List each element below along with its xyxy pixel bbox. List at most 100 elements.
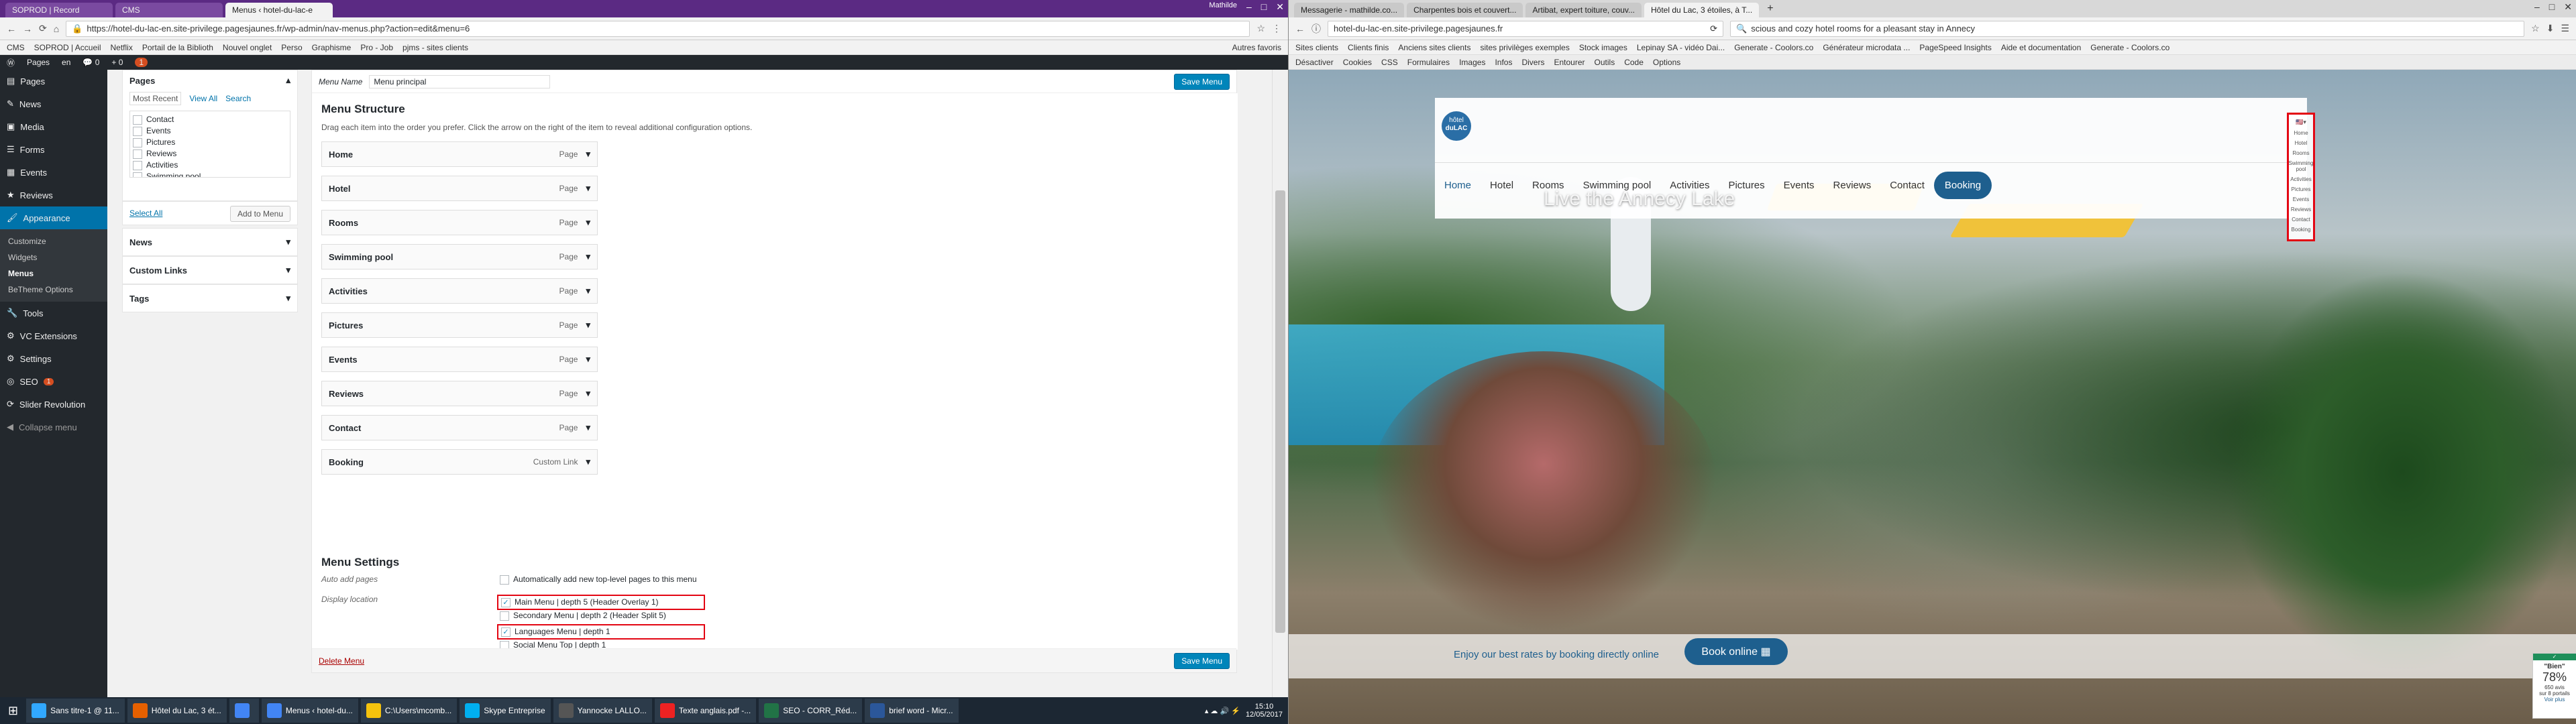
accordion-news[interactable]: News ▾: [122, 228, 298, 256]
accordion-tags[interactable]: Tags ▾: [122, 284, 298, 312]
nav-booking-button[interactable]: Booking: [1933, 171, 1992, 199]
page-checkbox-item[interactable]: Pictures: [133, 137, 287, 148]
bookmark[interactable]: Nouvel onglet: [223, 43, 272, 52]
auto-add-option[interactable]: Automatically add new top-level pages to…: [500, 575, 697, 585]
notif-badge[interactable]: 1: [135, 58, 148, 67]
reload-icon[interactable]: ⟳: [39, 23, 47, 34]
scrollbar-thumb[interactable]: [1275, 190, 1285, 633]
expand-arrow-icon[interactable]: ▾: [586, 251, 590, 262]
taskbar-app[interactable]: [229, 699, 259, 723]
tab-menus[interactable]: Menus ‹ hotel-du-lac-e: [225, 3, 333, 17]
delete-menu-link[interactable]: Delete Menu: [319, 656, 364, 666]
menu-icon[interactable]: ☰: [2561, 23, 2569, 34]
tray-icons[interactable]: ▴ ☁ 🔊 ⚡: [1205, 707, 1240, 715]
taskbar-app[interactable]: SEO - CORR_Réd...: [759, 699, 863, 723]
back-icon[interactable]: ←: [1295, 23, 1305, 34]
sidebar-item-events[interactable]: ▦ Events: [0, 161, 107, 184]
sidebar-item-appearance[interactable]: 🖌 Appearance: [0, 206, 107, 229]
tab-soprod[interactable]: SOPROD | Record: [5, 3, 113, 17]
devtool-menu[interactable]: Options: [1653, 58, 1680, 67]
bookmark[interactable]: Portail de la Biblioth: [142, 43, 213, 52]
page-checkbox-item[interactable]: Activities: [133, 160, 287, 171]
tab-cms[interactable]: CMS: [115, 3, 223, 17]
address-bar[interactable]: 🔒 https://hotel-du-lac-en.site-privilege…: [66, 20, 1250, 37]
bookmark[interactable]: Autres favoris: [1232, 43, 1281, 52]
user-profile-label[interactable]: Mathilde: [1209, 1, 1237, 13]
bookmark[interactable]: Sites clients: [1295, 43, 1338, 52]
checkbox[interactable]: [133, 149, 142, 159]
nav-contact[interactable]: Contact: [1880, 180, 1934, 191]
lang-menu-item[interactable]: Hotel: [2295, 140, 2308, 146]
submenu-item-betheme-options[interactable]: BeTheme Options: [0, 282, 107, 298]
expand-arrow-icon[interactable]: ▾: [586, 422, 590, 433]
download-icon[interactable]: ⬇: [2546, 23, 2555, 34]
tab-search[interactable]: Search: [225, 94, 251, 103]
expand-arrow-icon[interactable]: ▾: [586, 388, 590, 399]
page-checkbox-item[interactable]: Swimming pool: [133, 171, 287, 177]
expand-arrow-icon[interactable]: ▾: [586, 286, 590, 296]
bookmark[interactable]: Pro - Job: [360, 43, 393, 52]
tab-view-all[interactable]: View All: [189, 94, 217, 103]
star-icon[interactable]: ☆: [1256, 23, 1265, 34]
bookmark[interactable]: CMS: [7, 43, 25, 52]
lang-menu-item[interactable]: Swimming pool: [2289, 160, 2314, 172]
checkbox[interactable]: [500, 611, 509, 621]
checkbox[interactable]: ✓: [501, 597, 511, 607]
lang-menu-item[interactable]: Pictures: [2292, 186, 2311, 192]
address-bar[interactable]: hotel-du-lac-en.site-privilege.pagesjaun…: [1328, 20, 1723, 37]
select-all-link[interactable]: Select All: [129, 208, 162, 218]
taskbar-app[interactable]: Texte anglais.pdf -...: [654, 699, 757, 723]
tab[interactable]: Messagerie - mathilde.co...: [1294, 3, 1405, 17]
menu-item[interactable]: Hotel Page ▾: [321, 176, 598, 201]
checkbox[interactable]: [133, 172, 142, 177]
close-icon[interactable]: ✕: [2564, 1, 2572, 13]
new-tab-icon[interactable]: +: [1762, 3, 1778, 17]
bookmark[interactable]: PageSpeed Insights: [1919, 43, 1991, 52]
devtool-menu[interactable]: Formulaires: [1407, 58, 1450, 67]
lang-menu-item[interactable]: Activities: [2290, 176, 2312, 182]
expand-arrow-icon[interactable]: ▾: [586, 457, 590, 467]
lang-menu-item[interactable]: Booking: [2292, 227, 2311, 233]
sidebar-item-slider-revolution[interactable]: ⟳ Slider Revolution: [0, 393, 107, 416]
comments-icon[interactable]: 💬 0: [83, 58, 99, 67]
sidebar-item-forms[interactable]: ☰ Forms: [0, 138, 107, 161]
page-checkbox-item[interactable]: Contact: [133, 114, 287, 125]
sidebar-item-tools[interactable]: 🔧 Tools: [0, 302, 107, 324]
devtool-menu[interactable]: CSS: [1381, 58, 1398, 67]
star-icon[interactable]: ☆: [2531, 23, 2540, 34]
checkbox[interactable]: [133, 115, 142, 125]
menu-item[interactable]: Swimming pool Page ▾: [321, 244, 598, 269]
page-checkbox-item[interactable]: Reviews: [133, 148, 287, 160]
devtool-menu[interactable]: Cookies: [1343, 58, 1372, 67]
menu-item[interactable]: Home Page ▾: [321, 141, 598, 167]
page-checkbox-item[interactable]: Events: [133, 125, 287, 137]
lang-menu-item[interactable]: Reviews: [2291, 206, 2311, 213]
bookmark[interactable]: Generate - Coolors.co: [1734, 43, 1813, 52]
lang-menu-item[interactable]: Contact: [2292, 217, 2310, 223]
menu-item[interactable]: Pictures Page ▾: [321, 312, 598, 338]
expand-arrow-icon[interactable]: ▾: [586, 149, 590, 160]
taskbar-app[interactable]: Hôtel du Lac, 3 ét...: [127, 699, 227, 723]
accordion-custom-links[interactable]: Custom Links ▾: [122, 256, 298, 284]
clock[interactable]: 15:10 12/05/2017: [1246, 703, 1283, 719]
checkbox[interactable]: [133, 137, 142, 147]
lang-menu-item[interactable]: Events: [2293, 196, 2309, 202]
bookmark[interactable]: Perso: [281, 43, 302, 52]
sidebar-item-media[interactable]: ▣ Media: [0, 115, 107, 138]
bookmark[interactable]: Générateur microdata ...: [1823, 43, 1910, 52]
devtool-menu[interactable]: Images: [1459, 58, 1485, 67]
menu-item[interactable]: Activities Page ▾: [321, 278, 598, 304]
menu-item[interactable]: Rooms Page ▾: [321, 210, 598, 235]
sidebar-item-seo[interactable]: ◎ SEO 1: [0, 370, 107, 393]
maximize-icon[interactable]: □: [2549, 1, 2555, 13]
menu-item[interactable]: Events Page ▾: [321, 347, 598, 372]
book-online-button[interactable]: Book online ▦: [1684, 638, 1788, 665]
bookmark[interactable]: Graphisme: [312, 43, 352, 52]
menu-item[interactable]: Booking Custom Link ▾: [321, 449, 598, 475]
add-to-menu-button[interactable]: Add to Menu: [229, 206, 290, 222]
bookmark[interactable]: Aide et documentation: [2001, 43, 2081, 52]
expand-arrow-icon[interactable]: ▾: [586, 217, 590, 228]
rating-more[interactable]: Voir plus: [2533, 697, 2576, 703]
reload-icon[interactable]: ⟳: [1710, 23, 1717, 34]
devtool-menu[interactable]: Code: [1624, 58, 1644, 67]
